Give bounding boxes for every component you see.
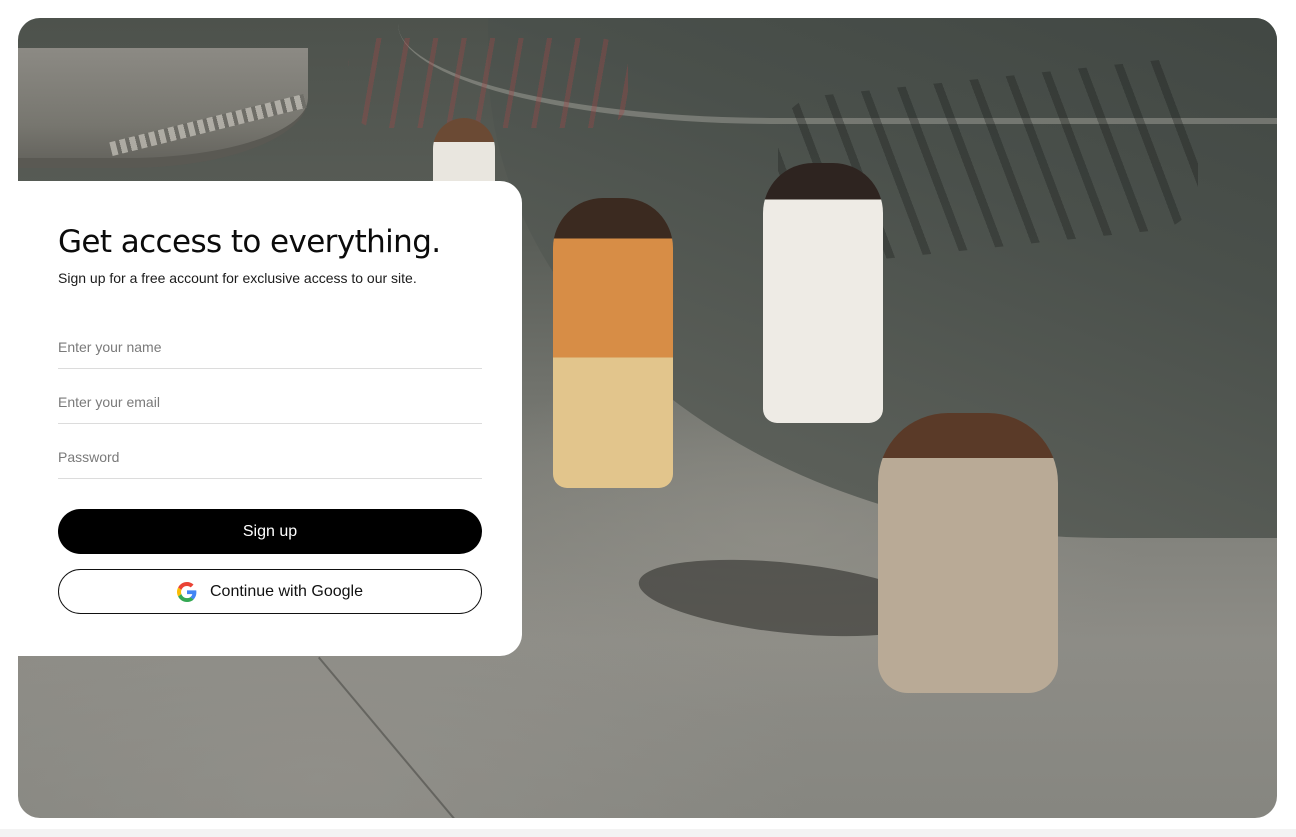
floor-crack xyxy=(318,656,461,818)
password-input[interactable] xyxy=(58,449,482,465)
google-signin-button[interactable]: Continue with Google xyxy=(58,569,482,614)
person-orange-coat xyxy=(553,198,673,488)
signup-page: Get access to everything. Sign up for a … xyxy=(0,0,1296,837)
name-input[interactable] xyxy=(58,339,482,355)
page-bottom-strip xyxy=(0,829,1296,837)
page-title: Get access to everything. xyxy=(58,224,441,260)
email-input[interactable] xyxy=(58,394,482,410)
person-seated xyxy=(878,413,1058,693)
graffiti-red xyxy=(348,38,628,128)
google-button-label: Continue with Google xyxy=(210,582,363,600)
google-icon xyxy=(177,581,197,602)
page-subtitle: Sign up for a free account for exclusive… xyxy=(58,270,417,286)
signup-form xyxy=(58,325,482,479)
email-field-wrapper xyxy=(58,369,482,424)
signup-card: Get access to everything. Sign up for a … xyxy=(18,181,522,656)
signup-button[interactable]: Sign up xyxy=(58,509,482,554)
name-field-wrapper xyxy=(58,325,482,369)
person-white-outfit xyxy=(763,163,883,423)
password-field-wrapper xyxy=(58,424,482,479)
